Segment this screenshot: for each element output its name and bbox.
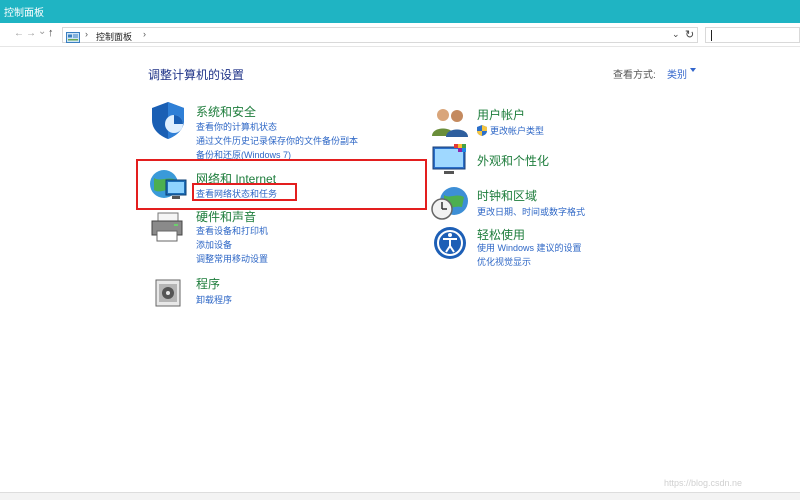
view-by-dropdown[interactable]: 类别 [667,66,687,81]
uac-shield-icon [477,123,487,141]
category-link[interactable]: 调整常用移动设置 [196,252,268,265]
forward-button[interactable]: → [26,28,36,40]
printer-icon[interactable] [148,207,188,252]
breadcrumb-separator: › [85,29,88,39]
recent-locations-button[interactable]: ⌄ [38,26,46,38]
category-link[interactable]: 优化视觉显示 [477,255,531,268]
category-title[interactable]: 硬件和声音 [196,208,256,225]
ease-of-access-icon[interactable] [430,224,470,267]
category-link[interactable]: 查看你的计算机状态 [196,120,277,133]
category-link[interactable]: 通过文件历史记录保存你的文件备份副本 [196,134,358,147]
category-link[interactable]: 查看设备和打印机 [196,224,268,237]
address-bar-row: → → ⌄ ↑ › 控制面板 › ⌄ ↻ [0,23,800,47]
breadcrumb-control-panel[interactable]: 控制面板 [96,30,132,43]
address-field[interactable]: › 控制面板 › ⌄ ↻ [62,27,698,43]
view-by-label: 查看方式: [613,70,656,81]
up-button[interactable]: ↑ [48,27,54,39]
highlight-box-network-link [192,183,297,201]
watermark: https://blog.csdn.ne [664,478,743,488]
bottom-strip [0,492,800,500]
shield-icon[interactable] [148,100,188,145]
text-cursor [711,30,712,41]
category-link[interactable]: 更改日期、时间或数字格式 [477,205,585,218]
breadcrumb-separator[interactable]: › [143,29,146,39]
category-title[interactable]: 系统和安全 [196,103,256,120]
category-link[interactable]: 卸载程序 [196,293,232,306]
category-link[interactable]: 添加设备 [196,238,232,251]
refresh-button[interactable]: ↻ [685,28,694,41]
title-bar: 控制面板 [0,0,800,23]
clock-icon[interactable] [430,185,470,228]
category-link[interactable]: 使用 Windows 建议的设置 [477,241,582,254]
search-input[interactable] [705,27,800,43]
category-title[interactable]: 时钟和区域 [477,187,537,204]
chevron-down-icon[interactable] [690,68,696,72]
back-button[interactable]: → [14,28,24,40]
monitor-palette-icon[interactable] [430,142,470,185]
window-title: 控制面板 [4,8,44,19]
address-dropdown-button[interactable]: ⌄ [672,29,680,40]
users-icon[interactable] [430,104,470,145]
control-panel-icon [66,30,80,48]
category-link[interactable]: 更改帐户类型 [490,124,544,137]
programs-icon[interactable] [148,274,186,315]
category-title[interactable]: 用户帐户 [477,106,525,123]
category-title[interactable]: 程序 [196,275,220,292]
category-title[interactable]: 外观和个性化 [477,152,549,169]
page-title: 调整计算机的设置 [148,68,245,82]
